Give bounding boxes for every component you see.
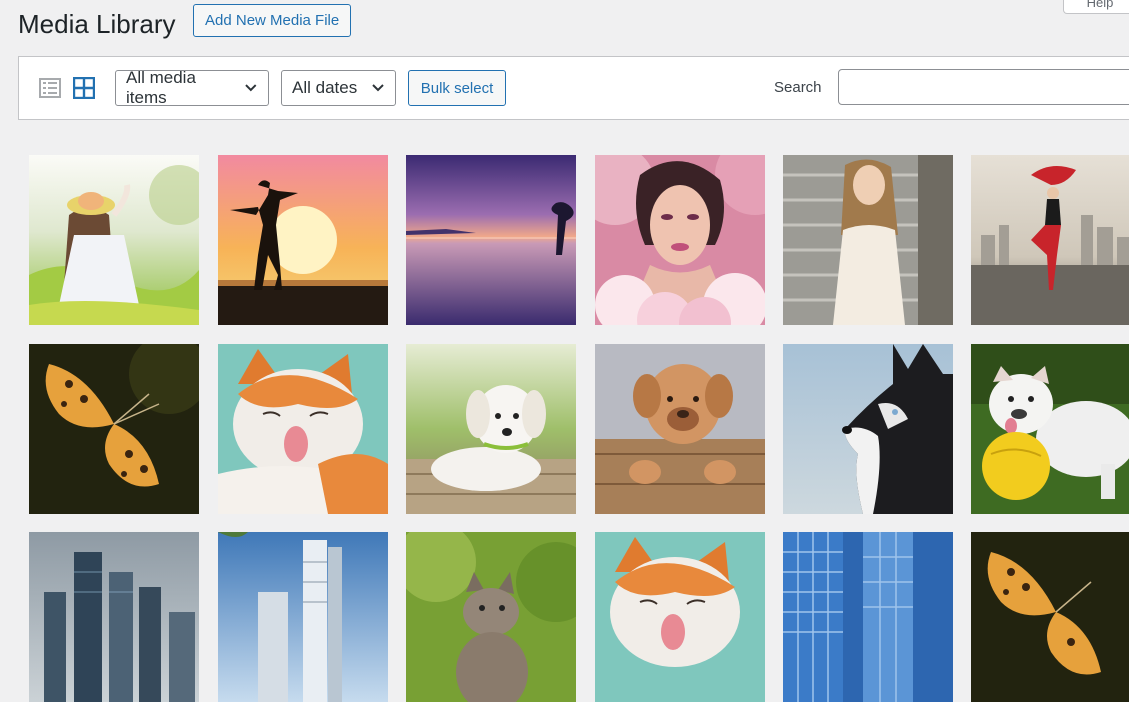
media-item-husky[interactable] [783, 344, 953, 514]
chevron-down-icon [372, 84, 384, 92]
media-item-cat-licking[interactable] [218, 344, 388, 514]
media-item-butterfly[interactable] [29, 344, 199, 514]
media-item-city-skyscrapers[interactable] [29, 532, 199, 702]
search-input[interactable] [838, 69, 1129, 105]
media-item-glass-towers[interactable] [218, 532, 388, 702]
media-item-purple-sea[interactable] [406, 155, 576, 325]
help-tab[interactable]: Help [1063, 0, 1129, 14]
date-filter-value: All dates [292, 78, 358, 97]
media-item-girl-meadow[interactable] [29, 155, 199, 325]
media-item-kitten-grass[interactable] [406, 532, 576, 702]
media-type-filter[interactable]: All media items [115, 68, 269, 107]
media-item-cat-licking-2[interactable] [595, 532, 765, 702]
media-item-sunset-silhouette[interactable] [218, 155, 388, 325]
chevron-down-icon [245, 84, 257, 92]
date-filter[interactable]: All dates [281, 70, 396, 106]
grid-view-icon[interactable] [72, 76, 96, 100]
media-toolbar: All media items All dates Bulk select Se… [18, 56, 1129, 120]
media-item-woman-pink-smoke[interactable] [595, 155, 765, 325]
media-item-brown-puppy[interactable] [595, 344, 765, 514]
media-item-blue-buildings[interactable] [783, 532, 953, 702]
add-new-media-button[interactable]: Add New Media File [193, 4, 352, 37]
media-item-dancer-city[interactable] [971, 155, 1129, 325]
list-view-icon[interactable] [39, 77, 61, 99]
media-type-filter-value: All media items [126, 68, 196, 107]
page-header: Media Library [18, 4, 176, 44]
media-item-woman-steps[interactable] [783, 155, 953, 325]
search-label: Search [774, 79, 822, 96]
media-item-bulldog-ball[interactable] [971, 344, 1129, 514]
page-title: Media Library [18, 9, 176, 39]
media-item-butterfly-2[interactable] [971, 532, 1129, 702]
media-item-white-puppy[interactable] [406, 344, 576, 514]
bulk-select-button[interactable]: Bulk select [408, 70, 506, 106]
